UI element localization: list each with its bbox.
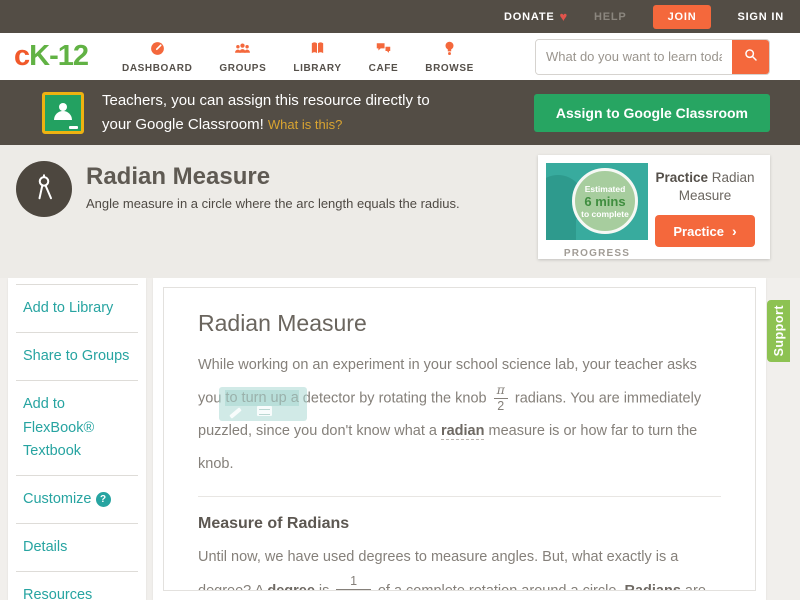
sidebar-item-customize[interactable]: Customize? (16, 474, 138, 523)
nav-item-label: GROUPS (219, 62, 267, 74)
sidebar-item-share-to-groups[interactable]: Share to Groups (16, 332, 138, 380)
text-segment: detector by rotating the knob (298, 390, 491, 407)
article-intro-paragraph: While working on an experiment in your s… (198, 349, 721, 480)
chevron-right-icon: › (731, 223, 737, 240)
section-heading: Measure of Radians (198, 515, 350, 533)
banner-line-1: Teachers, you can assign this resource d… (102, 92, 430, 110)
section-paragraph: Until now, we have used degrees to measu… (198, 541, 721, 591)
donate-label: DONATE (504, 10, 555, 23)
math-fraction: 1360th (336, 574, 371, 590)
banner-message: Teachers, you can assign this resource d… (102, 89, 430, 136)
logo-k12: K-12 (29, 40, 89, 72)
nav-item-browse[interactable]: BROWSE (425, 40, 474, 74)
practice-thumbnail[interactable]: Estimated 6 mins to complete (546, 163, 648, 240)
selection-popover[interactable] (219, 387, 307, 422)
concept-subtitle: Angle measure in a circle where the arc … (86, 196, 460, 211)
main-panel: Radian Measure While working on an exper… (153, 278, 766, 600)
what-is-this-link[interactable]: What is this? (268, 117, 342, 132)
help-question-icon[interactable]: ? (95, 492, 111, 508)
search-button[interactable] (732, 39, 769, 74)
section-divider (198, 496, 721, 498)
estimated-time-badge: Estimated 6 mins to complete (572, 168, 638, 234)
text-segment: of a complete rotation around a circle. (373, 582, 625, 591)
sign-in-link[interactable]: SIGN IN (737, 11, 784, 23)
nav-item-label: CAFE (368, 62, 399, 74)
badge-time-value: 6 mins (584, 193, 626, 209)
logo-c: c (14, 40, 30, 72)
concept-header: Radian Measure Angle measure in a circle… (0, 145, 800, 278)
practice-title: Practice Radian Measure (648, 169, 762, 205)
assign-to-classroom-button[interactable]: Assign to Google Classroom (533, 93, 770, 132)
sidebar-item-resources[interactable]: Resources (16, 571, 138, 600)
nav-item-label: DASHBOARD (122, 62, 193, 74)
compass-icon (29, 172, 59, 207)
nav-items: DASHBOARD GROUPS LIBRARY CAFE BROWSE (122, 40, 474, 74)
nav-item-dashboard[interactable]: DASHBOARD (122, 40, 192, 74)
nav-item-label: LIBRARY (293, 62, 342, 74)
nav-item-cafe[interactable]: CAFE (369, 40, 399, 74)
banner-line-2: your Google Classroom! (102, 115, 264, 133)
google-classroom-icon (42, 91, 84, 134)
practice-button-label: Practice (673, 224, 724, 240)
article: Radian Measure While working on an exper… (163, 287, 756, 591)
main-nav: cK-12 DASHBOARD GROUPS LIBRARY CAFE BROW… (0, 33, 800, 80)
classroom-figure-head (59, 102, 67, 111)
nav-item-groups[interactable]: GROUPS (219, 40, 266, 74)
badge-line-1: Estimated (584, 183, 626, 194)
nav-item-label: BROWSE (425, 62, 474, 74)
classroom-figure-body (54, 110, 72, 120)
support-tab[interactable]: Support (767, 300, 790, 362)
practice-progress-block: Estimated 6 mins to complete PROGRESS (546, 163, 648, 259)
text-segment: Radians (624, 582, 681, 591)
sidebar-item-add-to-flexbook[interactable]: Add to FlexBook® Textbook (16, 380, 138, 475)
note-icon[interactable] (257, 406, 273, 417)
heart-icon: ♥ (559, 9, 569, 24)
concept-avatar (16, 161, 72, 217)
sidebar-item-details[interactable]: Details (16, 523, 138, 571)
progress-label: PROGRESS (563, 248, 631, 259)
browse-bulb-icon (441, 40, 458, 62)
dashboard-gauge-icon (149, 40, 166, 62)
badge-line-3: to complete (581, 208, 629, 219)
head-silhouette-neck (546, 211, 576, 240)
highlighter-icon[interactable] (229, 407, 243, 419)
practice-cta-block: Practice Radian Measure Practice › (648, 163, 762, 251)
cafe-chat-icon (375, 40, 392, 62)
practice-card: Estimated 6 mins to complete PROGRESS Pr… (538, 155, 770, 259)
highlighted-text: to turn up a (219, 387, 307, 422)
nav-item-library[interactable]: LIBRARY (293, 40, 341, 74)
search-icon (743, 47, 759, 66)
text-segment: is (314, 582, 334, 591)
practice-button[interactable]: Practice › (655, 215, 755, 248)
text-segment: radian (440, 422, 485, 440)
concept-title: Radian Measure (86, 163, 271, 190)
concept-titles: Radian Measure Angle measure in a circle… (86, 163, 460, 211)
library-book-icon (309, 40, 326, 62)
classroom-hand (69, 125, 78, 129)
top-utility-bar: DONATE ♥ HELP JOIN SIGN IN (0, 0, 800, 33)
search-input[interactable] (536, 39, 732, 74)
text-segment: degree (267, 582, 315, 591)
sidebar: Add to Library Share to Groups Add to Fl… (8, 278, 146, 600)
sidebar-item-add-to-library[interactable]: Add to Library (16, 284, 138, 332)
math-fraction: π2 (493, 382, 508, 415)
help-link[interactable]: HELP (594, 11, 627, 23)
page: DONATE ♥ HELP JOIN SIGN IN cK-12 DASHBOA… (0, 0, 800, 600)
sidebar-item-label: Customize (23, 490, 92, 507)
join-button[interactable]: JOIN (652, 4, 712, 29)
content-area: Add to Library Share to Groups Add to Fl… (0, 278, 800, 600)
ck12-logo[interactable]: cK-12 (14, 40, 89, 73)
donate-link[interactable]: DONATE ♥ (504, 9, 568, 24)
support-tab-label: Support (771, 305, 786, 357)
groups-icon (234, 40, 251, 62)
google-classroom-banner: Teachers, you can assign this resource d… (0, 80, 800, 145)
search-bar (535, 38, 770, 75)
practice-title-bold: Practice (655, 170, 708, 185)
article-title: Radian Measure (198, 310, 367, 336)
